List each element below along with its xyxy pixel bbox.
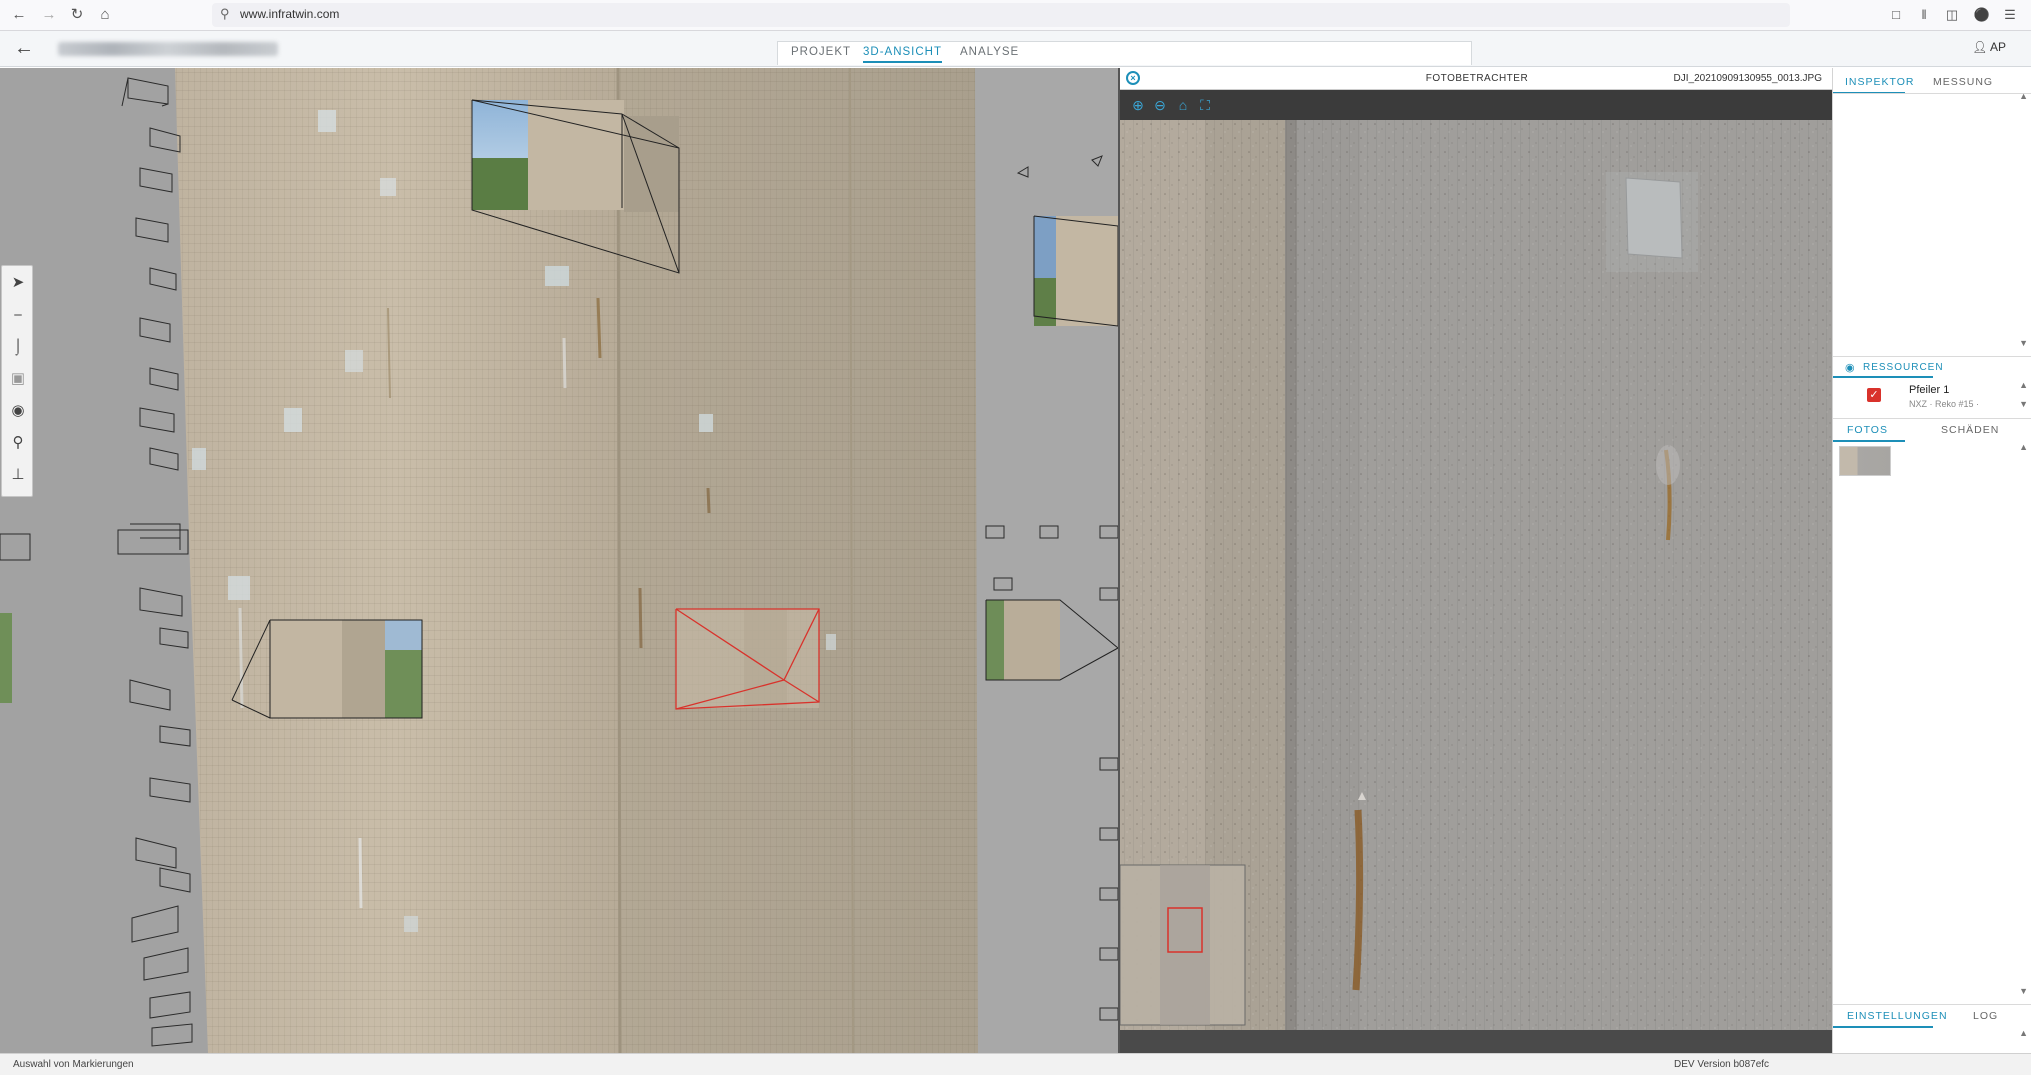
- zoom-out-icon[interactable]: ⊖: [1151, 96, 1169, 114]
- area-ruler-icon[interactable]: ⌡: [7, 336, 29, 358]
- tab-3d-ansicht[interactable]: 3D-ANSICHT: [863, 46, 943, 63]
- chevron-up-icon[interactable]: ▲: [2019, 1028, 2028, 1038]
- focus-scan-icon[interactable]: ▣: [7, 368, 29, 390]
- browser-toolbar: ← → ↻ ⌂ ⚲ www.infratwin.com □ ‖ ◫ ⚫ ☰: [0, 0, 2031, 31]
- menu-icon[interactable]: ☰: [2000, 5, 2020, 25]
- resources-underline: [1833, 376, 1933, 378]
- photo-canvas[interactable]: [1120, 120, 1834, 1030]
- tab-analyse[interactable]: ANALYSE: [960, 46, 1019, 58]
- chevron-up-icon[interactable]: ▲: [2019, 442, 2028, 452]
- location-pin-icon[interactable]: ⚲: [7, 432, 29, 454]
- user-icon: 👤︎: [1972, 40, 1988, 54]
- tab-messung[interactable]: MESSUNG: [1933, 76, 1993, 88]
- version-label: DEV Version b087efc: [1674, 1059, 1770, 1070]
- photo-thumbnail[interactable]: [1839, 446, 1891, 476]
- user-initials: AP: [1989, 40, 2006, 54]
- reload-icon[interactable]: ↻: [66, 4, 88, 26]
- select-cursor-icon[interactable]: ➤: [7, 272, 29, 294]
- 3d-viewport[interactable]: ➤ ⎯ ⌡ ▣ ◉ ⚲ ⊥: [0, 68, 1118, 1053]
- chevron-up-icon[interactable]: ▲: [2019, 91, 2028, 101]
- divider: [1833, 1004, 2031, 1005]
- divider: [1833, 418, 2031, 419]
- home-view-icon[interactable]: ⌂: [1174, 96, 1192, 114]
- right-sidebar: INSPEKTOR MESSUNG ▲ ▼ ◉ RESSOURCEN ✓ Pfe…: [1832, 68, 2031, 1053]
- sidebar-icon[interactable]: ◫: [1942, 5, 1962, 25]
- main-tabs: PROJEKT 3D-ANSICHT ANALYSE: [777, 41, 1472, 65]
- tab-inspektor[interactable]: INSPEKTOR: [1845, 76, 1915, 88]
- back-icon[interactable]: ←: [8, 4, 30, 26]
- extension-shield-icon[interactable]: ⚫: [1972, 5, 1992, 25]
- tab-einstellungen-underline: [1833, 1026, 1933, 1028]
- tab-fotos[interactable]: FOTOS: [1847, 424, 1888, 436]
- chevron-down-icon[interactable]: ▼: [2019, 399, 2028, 409]
- tab-projekt[interactable]: PROJEKT: [791, 46, 851, 58]
- photo-viewer-panel: × FOTOBETRACHTER DJI_20210909130955_0013…: [1118, 68, 1834, 1053]
- tab-schaeden[interactable]: SCHÄDEN: [1941, 424, 1999, 436]
- viewport-toolbar: ➤ ⎯ ⌡ ▣ ◉ ⚲ ⊥: [1, 265, 33, 497]
- 3d-scene: [0, 68, 1118, 1053]
- resource-name: Pfeiler 1: [1909, 384, 1950, 396]
- status-message: Auswahl von Markierungen: [13, 1059, 134, 1070]
- url-text: www.infratwin.com: [240, 7, 340, 21]
- tab-einstellungen[interactable]: EINSTELLUNGEN: [1847, 1010, 1948, 1022]
- zoom-in-icon[interactable]: ⊕: [1129, 96, 1147, 114]
- search-icon: ⚲: [220, 6, 230, 21]
- blurred-project-title: [58, 42, 278, 56]
- fullscreen-icon[interactable]: ⛶: [1196, 96, 1214, 114]
- resource-meta: NXZ · Reko #15 ·: [1909, 399, 1980, 409]
- resources-header: RESSOURCEN: [1863, 362, 1944, 373]
- camera-icon[interactable]: ◉: [7, 400, 29, 422]
- photo-viewer-header: × FOTOBETRACHTER DJI_20210909130955_0013…: [1120, 68, 1834, 90]
- photo-viewer-toolbar: ⊕ ⊖ ⌂ ⛶: [1120, 90, 1834, 120]
- forward-icon[interactable]: →: [38, 4, 60, 26]
- home-icon[interactable]: ⌂: [94, 4, 116, 26]
- back-arrow-icon[interactable]: ←: [14, 37, 34, 60]
- status-bar: Auswahl von Markierungen DEV Version b08…: [0, 1053, 2031, 1075]
- concrete-photo: [1120, 120, 1834, 1030]
- tab-fotos-underline: [1833, 440, 1905, 442]
- photo-filename: DJI_20210909130955_0013.JPG: [1673, 73, 1822, 84]
- tab-log[interactable]: LOG: [1973, 1010, 1998, 1022]
- axis-gizmo-icon[interactable]: ⊥: [7, 464, 29, 486]
- library-icon[interactable]: ‖: [1914, 5, 1934, 25]
- divider: [1833, 356, 2031, 357]
- chevron-down-icon[interactable]: ▼: [2019, 986, 2028, 996]
- pocket-icon[interactable]: □: [1886, 5, 1906, 25]
- chevron-up-icon[interactable]: ▲: [2019, 380, 2028, 390]
- measure-ruler-icon[interactable]: ⎯: [7, 304, 29, 326]
- resource-checkbox[interactable]: ✓: [1867, 388, 1881, 402]
- url-field[interactable]: ⚲ www.infratwin.com: [212, 3, 1790, 27]
- camera-icon: ◉: [1845, 362, 1855, 374]
- divider: [1833, 93, 2031, 94]
- user-menu[interactable]: 👤︎ AP: [1972, 40, 2006, 54]
- photo-viewer-footer: [1120, 1030, 1834, 1053]
- chevron-down-icon[interactable]: ▼: [2019, 338, 2028, 348]
- app-header: ← PROJEKT 3D-ANSICHT ANALYSE 👤︎ AP: [0, 31, 2031, 67]
